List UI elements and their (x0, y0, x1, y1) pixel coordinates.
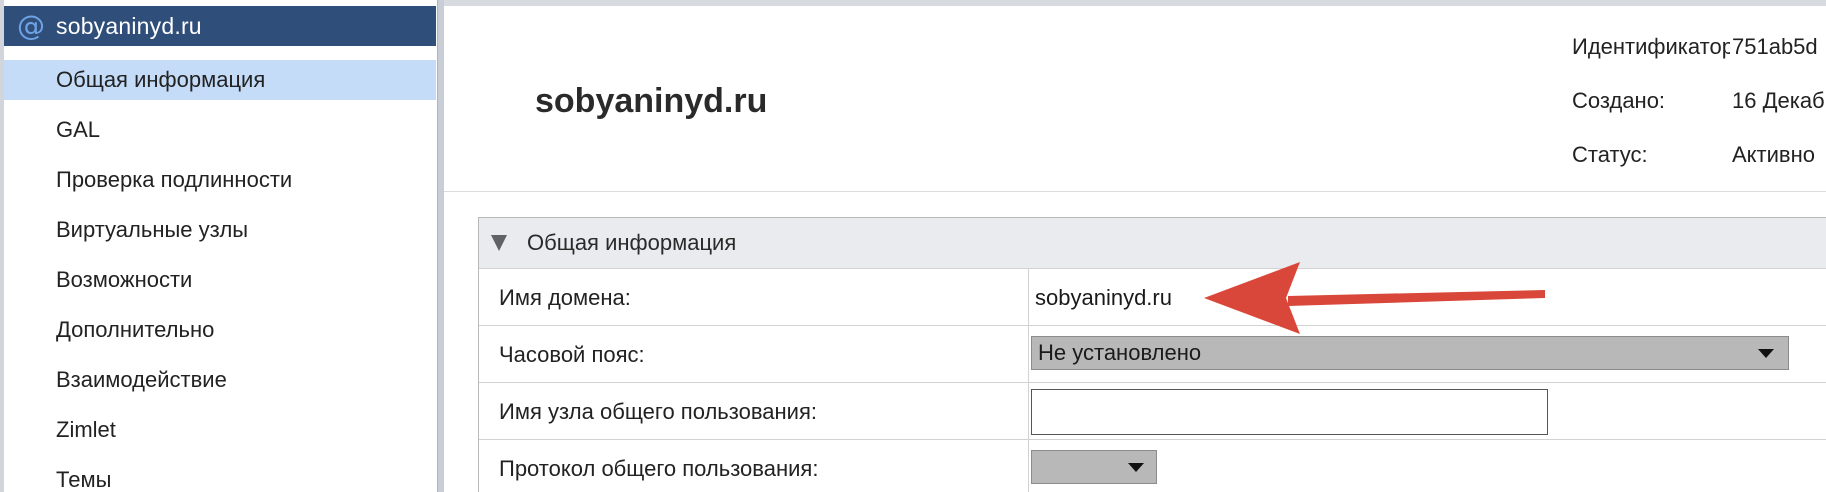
created-label: Создано: (1572, 88, 1666, 113)
status-label: Статус: (1572, 142, 1648, 167)
timezone-select[interactable]: Не установлено (1031, 336, 1789, 370)
sidebar-item-authentication[interactable]: Проверка подлинности (4, 160, 436, 200)
sidebar-item-label: Дополнительно (56, 317, 215, 342)
sidebar-item-label: Проверка подлинности (56, 167, 293, 192)
id-label: Идентификатор: (1572, 34, 1730, 59)
form-row-domain-name: Имя домена: sobyaninyd.ru (479, 269, 1826, 326)
timezone-label: Часовой пояс: (499, 342, 645, 367)
sidebar-item-advanced[interactable]: Дополнительно (4, 310, 436, 350)
form-row-public-host: Имя узла общего пользования: (479, 383, 1826, 440)
sidebar-item-label: Темы (56, 467, 112, 492)
sidebar-item-interop[interactable]: Взаимодействие (4, 360, 436, 400)
timezone-select-value: Не установлено (1038, 340, 1202, 365)
info-row-created: Создано: 16 Декабря (1572, 78, 1826, 132)
sidebar-item-zimlet[interactable]: Zimlet (4, 410, 436, 450)
form-row-timezone: Часовой пояс: Не установлено (479, 326, 1826, 383)
public-host-input[interactable] (1031, 389, 1548, 435)
page-title: sobyaninyd.ru (535, 82, 768, 120)
sidebar-item-label: GAL (56, 117, 101, 142)
column-divider (1028, 269, 1029, 325)
info-row-status: Статус: Активно (1572, 132, 1826, 186)
collapse-triangle-icon[interactable] (491, 235, 507, 251)
form-row-public-protocol: Протокол общего пользования: (479, 440, 1826, 492)
main-content: sobyaninyd.ru Идентификатор: 751ab5d Соз… (444, 6, 1826, 492)
sidebar-item-label: Возможности (56, 267, 193, 292)
sidebar-nav: Общая информация GAL Проверка подлинност… (4, 60, 436, 492)
public-protocol-select[interactable] (1031, 450, 1157, 484)
dropdown-arrow-icon (1128, 463, 1144, 472)
column-divider (1028, 440, 1029, 492)
section-title: Общая информация (527, 230, 737, 255)
sidebar-item-features[interactable]: Возможности (4, 260, 436, 300)
info-row-id: Идентификатор: 751ab5d (1572, 24, 1826, 78)
header-divider (444, 191, 1826, 192)
column-divider (1028, 326, 1029, 382)
sidebar-item-themes[interactable]: Темы (4, 460, 436, 492)
sidebar-item-gal[interactable]: GAL (4, 110, 436, 150)
id-value: 751ab5d (1732, 34, 1818, 59)
sidebar-item-label: Виртуальные узлы (56, 217, 249, 242)
sidebar-item-label: Zimlet (56, 417, 116, 442)
sidebar-item-general-info[interactable]: Общая информация (4, 60, 436, 100)
at-sign-icon: @ (17, 9, 45, 42)
created-value: 16 Декабря (1732, 88, 1826, 113)
domain-name-value: sobyaninyd.ru (1035, 285, 1172, 310)
sidebar-item-virtual-hosts[interactable]: Виртуальные узлы (4, 210, 436, 250)
domain-name-label: Имя домена: (499, 285, 631, 310)
public-host-label: Имя узла общего пользования: (499, 399, 817, 424)
section-header[interactable]: Общая информация (479, 218, 1826, 269)
sidebar-item-label: Взаимодействие (56, 367, 227, 392)
sidebar-item-label: Общая информация (56, 67, 266, 92)
dropdown-arrow-icon (1758, 349, 1774, 358)
sidebar-header-title: sobyaninyd.ru (56, 12, 202, 39)
public-protocol-label: Протокол общего пользования: (499, 456, 819, 481)
sidebar-header[interactable]: @ sobyaninyd.ru (4, 6, 436, 46)
general-info-section: Общая информация Имя домена: sobyaninyd.… (478, 217, 1826, 492)
domain-settings-window: @ sobyaninyd.ru Общая информация GAL Про… (0, 0, 1826, 492)
domain-info-block: Идентификатор: 751ab5d Создано: 16 Декаб… (1572, 24, 1826, 186)
column-divider (1028, 383, 1029, 439)
sidebar: @ sobyaninyd.ru Общая информация GAL Про… (0, 0, 438, 492)
status-value: Активно (1732, 142, 1815, 167)
